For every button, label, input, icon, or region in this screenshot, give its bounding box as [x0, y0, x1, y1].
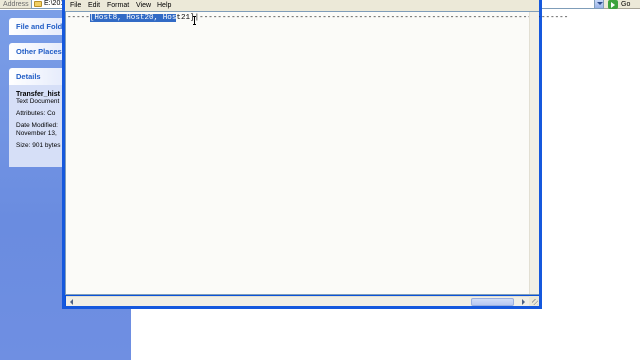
address-field-extension[interactable] — [542, 0, 594, 9]
scroll-right-arrow-icon[interactable] — [519, 298, 527, 306]
go-arrow-icon — [608, 0, 618, 9]
text-editor-area[interactable]: -----[Host8, Host20, Host21]|-----------… — [65, 11, 568, 306]
menu-edit[interactable]: Edit — [88, 0, 100, 11]
resize-grip-icon[interactable] — [529, 296, 539, 306]
ibeam-cursor-icon — [193, 16, 196, 25]
menu-bar: File Edit Format View Help — [65, 0, 539, 11]
text-suffix: t21]|-----------------------------------… — [176, 14, 569, 22]
menu-file[interactable]: File — [70, 0, 81, 11]
vertical-scrollbar[interactable] — [529, 12, 539, 294]
folder-icon — [34, 1, 42, 7]
address-dropdown-button[interactable] — [594, 0, 604, 9]
text-line: -----[Host8, Host20, Host21]|-----------… — [67, 14, 568, 23]
go-button[interactable]: Go — [608, 0, 638, 9]
scroll-left-arrow-icon[interactable] — [68, 298, 76, 306]
selected-text: [Host8, Host20, Hos — [89, 14, 177, 22]
menu-format[interactable]: Format — [107, 0, 129, 11]
menu-help[interactable]: Help — [157, 0, 171, 11]
desktop-screen: { "explorer": { "address_label": "Addres… — [0, 0, 640, 360]
go-label: Go — [621, 1, 631, 8]
menu-view[interactable]: View — [136, 0, 151, 11]
notepad-window: File Edit Format View Help -----[Host8, … — [62, 0, 568, 309]
horizontal-scrollbar[interactable] — [66, 296, 529, 306]
address-label: Address — [3, 1, 29, 8]
address-field[interactable]: E:\201 — [31, 0, 64, 9]
text-prefix: ----- — [67, 14, 90, 22]
horizontal-scroll-thumb[interactable] — [471, 298, 514, 306]
